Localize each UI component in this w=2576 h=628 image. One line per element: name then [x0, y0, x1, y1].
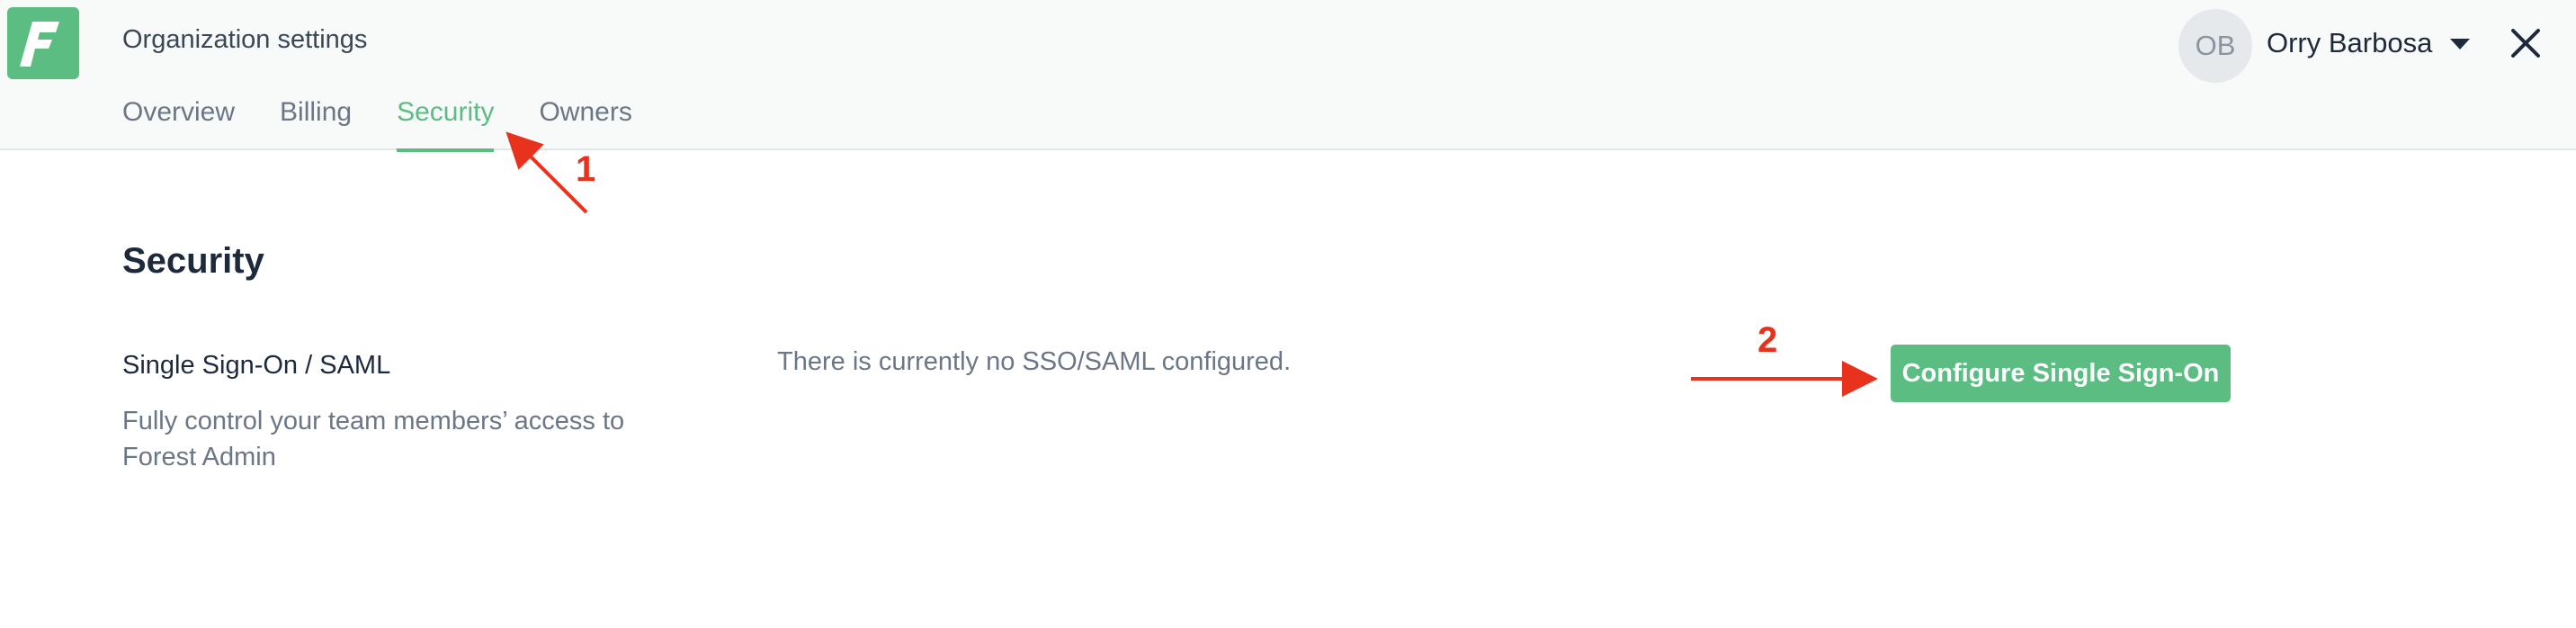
sso-label: Single Sign-On / SAML	[122, 351, 391, 380]
tab-billing[interactable]: Billing	[280, 97, 352, 150]
tab-owners[interactable]: Owners	[539, 97, 631, 150]
avatar[interactable]: OB	[2178, 9, 2252, 83]
forest-logo-glyph	[20, 22, 59, 67]
configure-sso-button[interactable]: Configure Single Sign-On	[1891, 345, 2231, 402]
sso-status-text: There is currently no SSO/SAML configure…	[777, 347, 1292, 376]
annotation-number: 1	[576, 149, 596, 189]
close-icon[interactable]	[2509, 27, 2542, 59]
annotation-number: 2	[1758, 320, 1778, 360]
top-header: Organization settings Overview Billing S…	[0, 0, 2576, 152]
tab-overview[interactable]: Overview	[122, 97, 235, 150]
section-title: Security	[122, 241, 264, 281]
chevron-down-icon[interactable]	[2448, 36, 2472, 52]
page-title: Organization settings	[122, 25, 368, 54]
user-name[interactable]: Orry Barbosa	[2267, 27, 2432, 59]
forest-logo-icon[interactable]	[7, 7, 79, 79]
settings-tabs: Overview Billing Security Owners	[122, 97, 677, 152]
tab-security[interactable]: Security	[397, 97, 495, 152]
sso-description: Fully control your team members’ access …	[122, 407, 625, 471]
